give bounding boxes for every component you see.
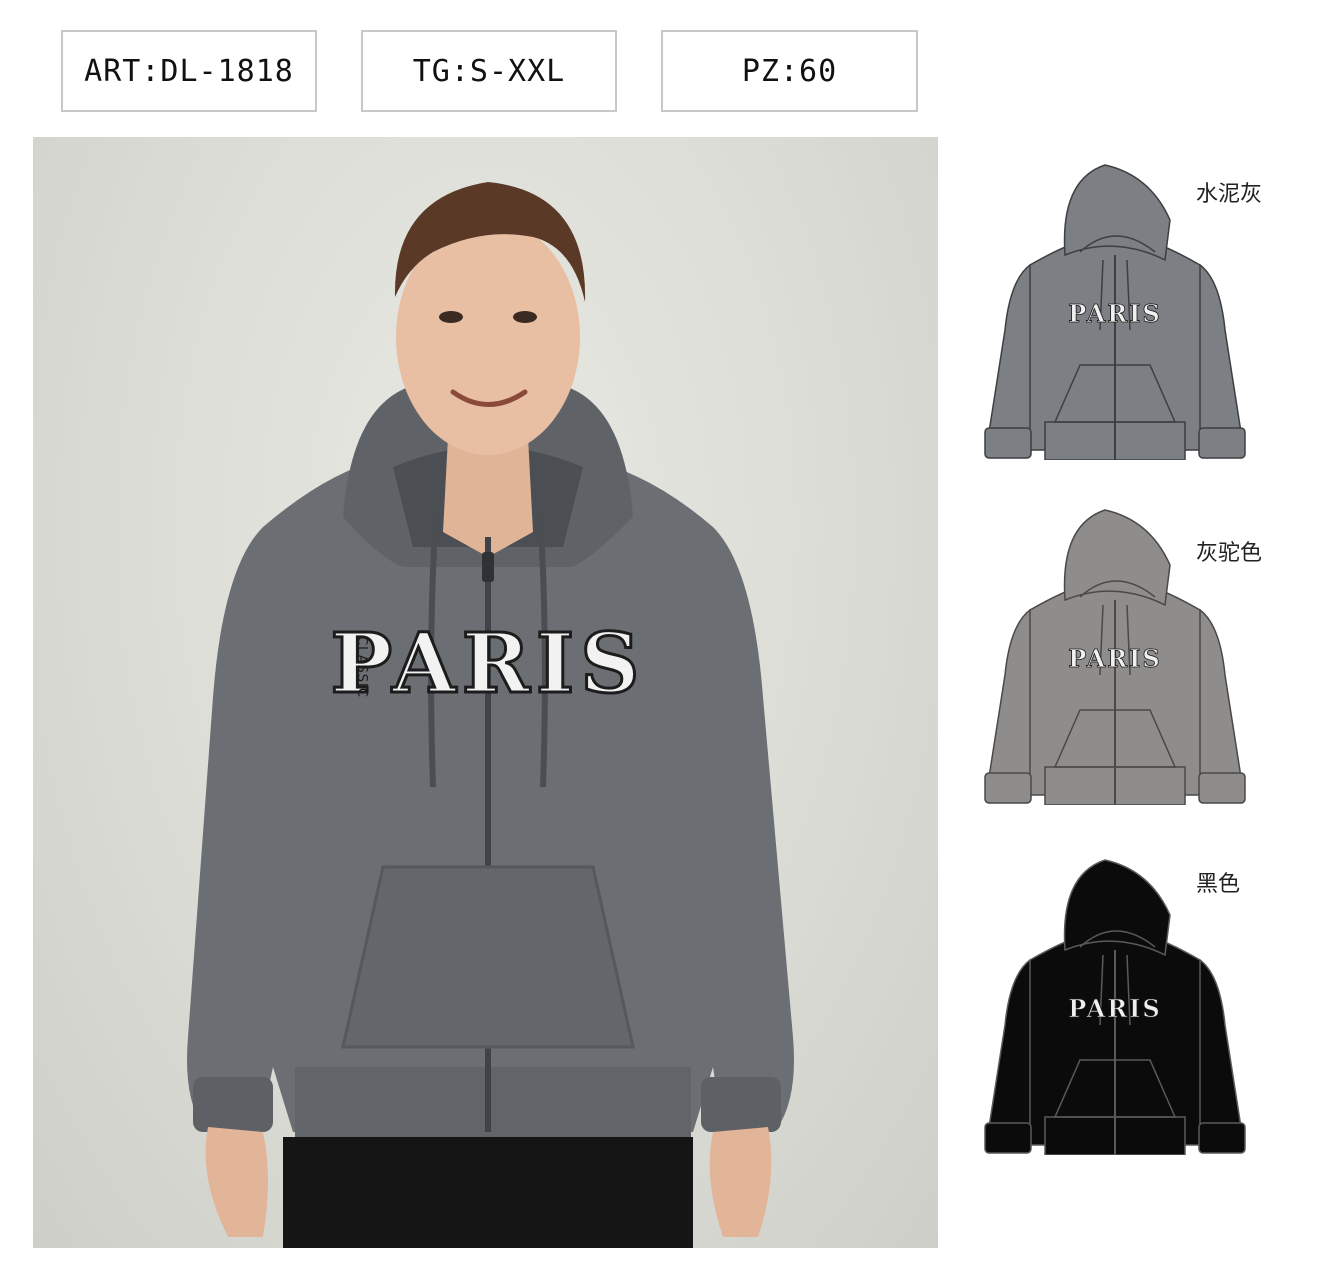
right-eye: [513, 311, 537, 323]
left-cuff: [984, 1122, 1032, 1154]
kangaroo-pocket: [341, 865, 635, 1049]
hood: [1063, 859, 1171, 957]
piece-count-tag: PZ:60: [661, 30, 918, 112]
size-range-tag: TG:S-XXL: [361, 30, 617, 112]
right-hand: [709, 1127, 772, 1237]
waistband: [295, 1067, 691, 1137]
right-cuff: [1198, 772, 1246, 804]
left-cuff: [193, 1077, 273, 1132]
size-range-text: TG:S-XXL: [412, 53, 566, 89]
pants-shape: [283, 1137, 693, 1248]
right-cuff: [1198, 427, 1246, 459]
model-illustration: PARIS CLASSIC: [187, 182, 794, 1248]
right-cuff: [701, 1077, 781, 1132]
paris-print: PARIS: [1068, 994, 1161, 1023]
left-eye: [439, 311, 463, 323]
right-cuff: [1198, 1122, 1246, 1154]
art-number-tag: ART:DL-1818: [61, 30, 317, 112]
hood: [1063, 164, 1171, 262]
paris-print: PARIS: [1068, 299, 1161, 328]
zipper-pull: [482, 552, 494, 582]
hood: [1063, 509, 1171, 607]
swatch-black: PARIS: [975, 855, 1255, 1155]
left-cuff: [984, 772, 1032, 804]
piece-count-text: PZ:60: [741, 53, 838, 89]
hoodie-sketch: PARIS: [984, 859, 1246, 1155]
art-number-text: ART:DL-1818: [84, 53, 294, 89]
left-cuff: [984, 427, 1032, 459]
paris-print: PARIS: [330, 616, 645, 712]
classic-print: CLASSIC: [354, 636, 369, 698]
swatch-label-cement-grey: 水泥灰: [1196, 182, 1263, 207]
product-photo: PARIS CLASSIC: [33, 137, 938, 1248]
left-hand: [205, 1127, 268, 1237]
paris-print: PARIS: [1068, 644, 1161, 673]
swatch-label-grey-camel: 灰驼色: [1196, 541, 1263, 566]
swatch-label-black: 黑色: [1196, 872, 1241, 897]
